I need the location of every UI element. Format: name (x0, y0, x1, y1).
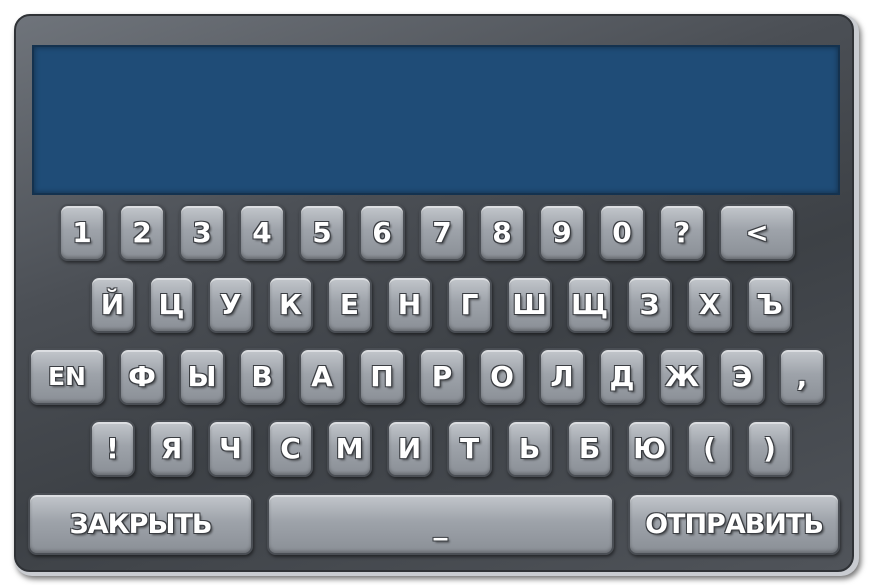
key-д[interactable]: Д (599, 348, 645, 405)
keyboard-frame: 1 2 3 4 5 6 7 8 9 0 ? < Й Ц У К Е Н Г Ш … (14, 14, 859, 576)
key-ж[interactable]: Ж (659, 348, 705, 405)
key-2[interactable]: 2 (119, 204, 165, 261)
key-question[interactable]: ? (659, 204, 705, 261)
key-р[interactable]: Р (419, 348, 465, 405)
key-ю[interactable]: Ю (627, 420, 672, 477)
key-ъ[interactable]: Ъ (747, 276, 792, 333)
space-key[interactable]: _ (267, 493, 614, 555)
backspace-key[interactable]: < (719, 204, 795, 261)
key-ы[interactable]: Ы (179, 348, 225, 405)
key-9[interactable]: 9 (539, 204, 585, 261)
key-1[interactable]: 1 (59, 204, 105, 261)
key-ь[interactable]: Ь (507, 420, 552, 477)
key-н[interactable]: Н (387, 276, 432, 333)
key-л[interactable]: Л (539, 348, 585, 405)
key-п[interactable]: П (359, 348, 405, 405)
key-о[interactable]: О (479, 348, 525, 405)
key-comma[interactable]: , (779, 348, 825, 405)
key-г[interactable]: Г (447, 276, 492, 333)
close-button[interactable]: ЗАКРЫТЬ (28, 493, 253, 555)
key-к[interactable]: К (268, 276, 313, 333)
key-з[interactable]: З (627, 276, 672, 333)
key-щ[interactable]: Щ (567, 276, 612, 333)
key-в[interactable]: В (239, 348, 285, 405)
send-button[interactable]: ОТПРАВИТЬ (628, 493, 840, 555)
key-ф[interactable]: Ф (119, 348, 165, 405)
key-е[interactable]: Е (327, 276, 372, 333)
key-й[interactable]: Й (90, 276, 135, 333)
key-8[interactable]: 8 (479, 204, 525, 261)
language-switch-key[interactable]: EN (29, 348, 105, 405)
key-close-paren[interactable]: ) (747, 420, 792, 477)
key-и[interactable]: И (387, 420, 432, 477)
key-3[interactable]: 3 (179, 204, 225, 261)
key-7[interactable]: 7 (419, 204, 465, 261)
text-display[interactable] (32, 45, 840, 195)
key-4[interactable]: 4 (239, 204, 285, 261)
key-exclamation[interactable]: ! (90, 420, 135, 477)
key-у[interactable]: У (208, 276, 253, 333)
key-6[interactable]: 6 (359, 204, 405, 261)
key-ц[interactable]: Ц (149, 276, 194, 333)
keyboard-panel: 1 2 3 4 5 6 7 8 9 0 ? < Й Ц У К Е Н Г Ш … (14, 14, 854, 572)
key-т[interactable]: Т (447, 420, 492, 477)
key-а[interactable]: А (299, 348, 345, 405)
key-5[interactable]: 5 (299, 204, 345, 261)
key-х[interactable]: Х (687, 276, 732, 333)
key-э[interactable]: Э (719, 348, 765, 405)
key-ч[interactable]: Ч (208, 420, 253, 477)
key-с[interactable]: С (268, 420, 313, 477)
key-open-paren[interactable]: ( (687, 420, 732, 477)
key-0[interactable]: 0 (599, 204, 645, 261)
key-м[interactable]: М (327, 420, 372, 477)
key-б[interactable]: Б (567, 420, 612, 477)
key-я[interactable]: Я (149, 420, 194, 477)
key-ш[interactable]: Ш (507, 276, 552, 333)
